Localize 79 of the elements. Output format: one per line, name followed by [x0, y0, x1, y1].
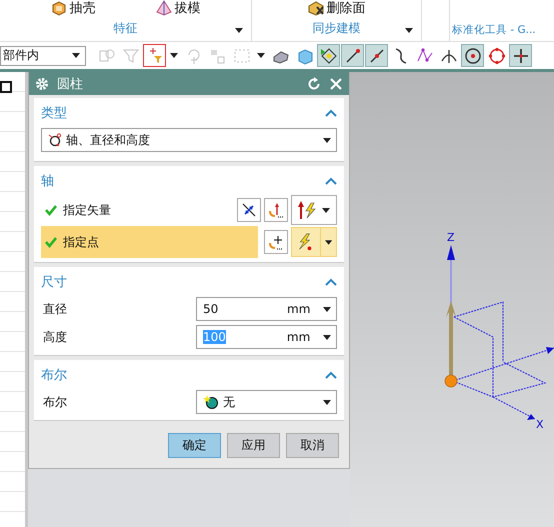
axis-label: Z [447, 231, 455, 244]
reset-icon[interactable] [307, 76, 321, 90]
caret-icon [324, 240, 332, 244]
unit-label: mm [286, 330, 312, 344]
field-value: 50 [203, 302, 220, 316]
existing-icon [512, 46, 530, 64]
dimension-field[interactable]: 100 mm [196, 325, 337, 349]
caret-icon [323, 138, 331, 142]
boolean-value: 无 [223, 394, 235, 410]
midpoint-tool[interactable] [365, 44, 388, 67]
type-value: 轴、直径和高度 [66, 132, 150, 148]
midpoint-icon [368, 46, 386, 64]
filter-icon [122, 46, 140, 64]
shell-icon[interactable] [50, 0, 66, 16]
collapse-icon[interactable] [325, 109, 337, 117]
existing-tool[interactable] [509, 44, 532, 67]
dimension-field[interactable]: 50 mm [196, 297, 337, 321]
dialog-title: 圆柱 [57, 76, 83, 92]
field-value: 100 [203, 330, 226, 344]
section-title[interactable]: 尺寸 [41, 273, 67, 291]
draft-icon[interactable] [156, 0, 172, 16]
vector-dialog-button[interactable] [264, 198, 288, 222]
group-label: 标准化工具 - G... [452, 23, 536, 38]
reverse-direction-button[interactable] [237, 198, 261, 222]
inferred-vector-dropdown[interactable] [291, 195, 337, 225]
quadrant-icon [488, 46, 506, 64]
boolean-none-icon [203, 394, 219, 410]
caret-icon [170, 53, 178, 58]
type-filter-tool[interactable] [143, 44, 166, 67]
section-title[interactable]: 轴 [41, 172, 54, 190]
point-icon [268, 234, 284, 250]
ribbon-command[interactable]: 删除面 [326, 0, 366, 17]
dialog-button[interactable]: 确定 [168, 433, 221, 458]
selection-step[interactable]: 指定点 [41, 226, 258, 258]
field-label: 直径 [42, 300, 67, 318]
ribbon-command[interactable]: 拔模 [174, 0, 200, 17]
field-label: 布尔 [42, 394, 67, 410]
dialog-button[interactable]: 应用 [227, 433, 280, 458]
collapse-icon[interactable] [325, 371, 337, 379]
point-dialog-button[interactable] [264, 230, 288, 254]
caret-icon [322, 208, 330, 212]
caret-icon [323, 306, 331, 312]
type-dropdown[interactable]: 轴、直径和高度 [41, 128, 337, 152]
center-tool[interactable] [461, 44, 484, 67]
collapse-icon[interactable] [325, 278, 337, 286]
snap-tool[interactable] [317, 44, 340, 67]
boolean-dropdown[interactable]: 无 [196, 390, 337, 414]
inferred-point-dropdown[interactable] [291, 227, 337, 257]
collapse-icon[interactable] [325, 177, 337, 185]
caret-icon [257, 53, 265, 58]
caret-icon[interactable] [235, 28, 243, 33]
caret-icon [323, 334, 331, 340]
group-label: 特征 [114, 20, 138, 37]
unit-label: mm [287, 302, 312, 316]
group-label: 同步建模 [312, 20, 360, 37]
ribbon-command[interactable]: 抽壳 [70, 0, 96, 17]
cylinder-type-icon [48, 133, 62, 147]
endpoint-tool[interactable] [341, 44, 364, 67]
field-label: 高度 [42, 328, 67, 346]
selection-step[interactable]: 指定矢量 [41, 194, 231, 226]
close-icon[interactable] [329, 76, 343, 90]
selection-filter-dropdown[interactable]: 部件内 [0, 46, 86, 66]
vector-icon [268, 202, 284, 218]
caret-icon [72, 53, 80, 58]
caret-icon[interactable] [405, 28, 413, 33]
axis-label: X [536, 418, 544, 431]
square-icon[interactable] [0, 81, 12, 93]
section-title[interactable]: 类型 [41, 104, 67, 122]
reverse-arrows-icon [241, 202, 257, 218]
section-title[interactable]: 布尔 [41, 366, 67, 384]
dialog-button[interactable]: 取消 [286, 433, 339, 458]
box-select-icon [232, 46, 250, 64]
assembly-icon [98, 46, 116, 64]
settings-icon[interactable] [35, 76, 49, 90]
snap-icon [320, 46, 338, 64]
caret-icon [323, 400, 331, 404]
delete-face-icon[interactable] [308, 0, 324, 16]
center-icon [464, 46, 482, 64]
control-icon [416, 46, 434, 64]
